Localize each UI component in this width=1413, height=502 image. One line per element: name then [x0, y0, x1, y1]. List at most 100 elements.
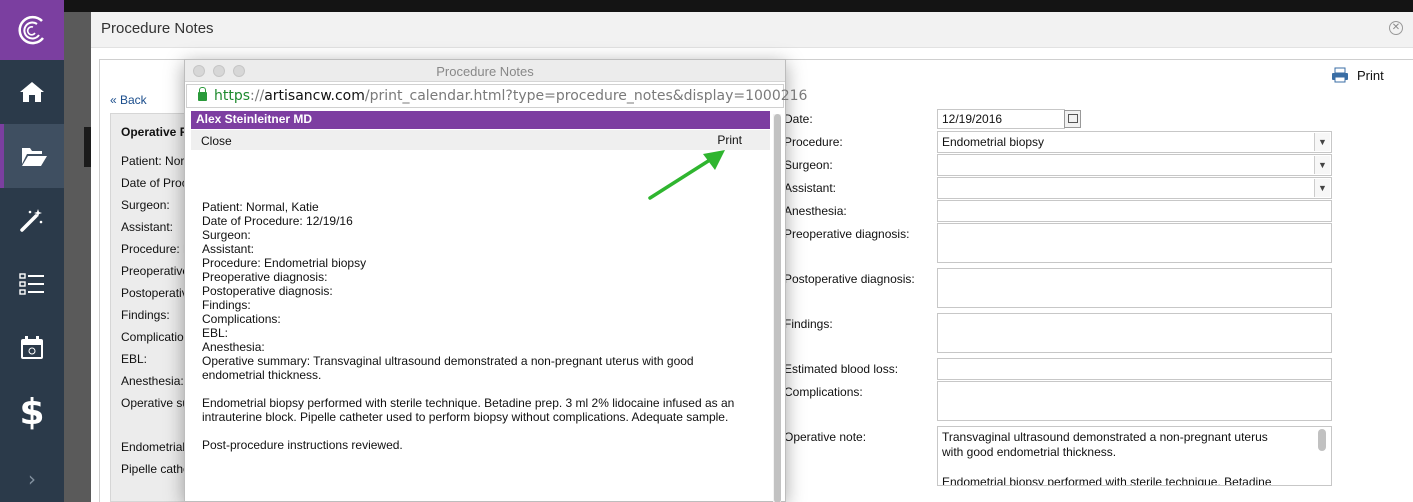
- panel-line: Preoperative: [121, 264, 190, 278]
- findings-field[interactable]: [937, 313, 1332, 353]
- logo-swirl-icon: [18, 15, 44, 45]
- app-sidebar: $ ›: [0, 0, 64, 502]
- annotation-arrow-icon: [648, 150, 725, 200]
- note-line: EBL:: [202, 326, 229, 340]
- note-line: Post-procedure instructions reviewed.: [202, 438, 403, 452]
- sidebar-item-records[interactable]: [0, 124, 64, 188]
- postop-diagnosis-field[interactable]: [937, 268, 1332, 308]
- sidebar-item-tasks[interactable]: [0, 252, 64, 316]
- operative-note-textarea[interactable]: Transvaginal ultrasound demonstrated a n…: [937, 426, 1332, 486]
- note-line: Findings:: [202, 298, 251, 312]
- preop-diagnosis-label: Preoperative diagnosis:: [784, 227, 910, 241]
- panel-line: Operative su: [121, 396, 190, 410]
- printer-icon: [1332, 67, 1348, 83]
- print-button[interactable]: Print: [1331, 67, 1384, 83]
- url-host: artisancw.com: [264, 88, 365, 104]
- calendar-picker-icon[interactable]: [1064, 110, 1081, 128]
- print-preview-window: Procedure Notes https://artisancw.com/pr…: [184, 59, 807, 502]
- print-toolbar: Close Print: [191, 130, 770, 150]
- panel-title: Operative R: [121, 125, 189, 139]
- panel-line: Findings:: [121, 308, 170, 322]
- panel-line: Endometrial: [121, 440, 186, 454]
- anesthesia-label: Anesthesia:: [784, 204, 847, 218]
- sidebar-item-calendar[interactable]: [0, 316, 64, 380]
- panel-line: Complication: [121, 330, 191, 344]
- sidebar-expand-chevron-icon[interactable]: ›: [0, 456, 64, 502]
- surgeon-label: Surgeon:: [784, 158, 833, 172]
- procedure-label: Procedure:: [784, 135, 843, 149]
- note-line: Preoperative diagnosis:: [202, 270, 328, 284]
- address-bar[interactable]: https://artisancw.com/print_calendar.htm…: [186, 84, 807, 108]
- chevron-down-icon: ▼: [1314, 133, 1330, 151]
- print-link[interactable]: Print: [717, 133, 742, 147]
- postop-diagnosis-label: Postoperative diagnosis:: [784, 272, 915, 286]
- procedure-select[interactable]: Endometrial biopsy ▼: [937, 131, 1332, 153]
- operative-note-line: Transvaginal ultrasound demonstrated a n…: [942, 430, 1268, 444]
- note-line: Endometrial biopsy performed with steril…: [202, 396, 735, 410]
- date-field[interactable]: 12/19/2016: [937, 109, 1065, 129]
- print-label: Print: [1357, 67, 1384, 83]
- note-line: Postoperative diagnosis:: [202, 284, 333, 298]
- note-line: Complications:: [202, 312, 281, 326]
- note-line: Anesthesia:: [202, 340, 265, 354]
- modal-title: Procedure Notes: [101, 20, 214, 37]
- preop-diagnosis-field[interactable]: [937, 223, 1332, 263]
- lock-icon: [198, 87, 207, 101]
- panel-line: Date of Proc: [121, 176, 188, 190]
- magic-wand-icon: [20, 209, 43, 232]
- procedure-value: Endometrial biopsy: [942, 135, 1045, 149]
- operative-note-line: Endometrial biopsy performed with steril…: [942, 475, 1272, 486]
- textarea-scrollbar[interactable]: [1318, 429, 1326, 451]
- chevron-down-icon: ▼: [1314, 179, 1330, 197]
- note-line: Date of Procedure: 12/19/16: [202, 214, 353, 228]
- modal-header: Procedure Notes ✕: [91, 12, 1413, 48]
- sidebar-item-billing[interactable]: $: [0, 380, 64, 444]
- operative-note-label: Operative note:: [784, 430, 867, 444]
- back-link[interactable]: « Back: [110, 93, 147, 107]
- complications-field[interactable]: [937, 381, 1332, 421]
- url-path: /print_calendar.html?type=procedure_note…: [364, 88, 808, 104]
- assistant-label: Assistant:: [784, 181, 837, 195]
- window-title: Procedure Notes: [436, 64, 534, 79]
- home-icon: [20, 82, 44, 102]
- note-line: Assistant:: [202, 242, 255, 256]
- panel-line: Postoperativ: [121, 286, 188, 300]
- panel-line: Anesthesia:: [121, 374, 184, 388]
- sidebar-item-home[interactable]: [0, 60, 64, 124]
- panel-line: Procedure: E: [121, 242, 192, 256]
- panel-line: Pipelle cathe: [121, 462, 190, 476]
- note-line: endometrial thickness.: [202, 368, 322, 382]
- calendar-icon: [21, 336, 43, 359]
- anesthesia-field[interactable]: [937, 200, 1332, 222]
- checklist-icon: [19, 273, 44, 295]
- dollar-icon: $: [19, 391, 45, 433]
- provider-header: Alex Steinleitner MD: [191, 111, 770, 129]
- top-bar: [64, 0, 1413, 12]
- panel-line: EBL:: [121, 352, 148, 366]
- close-icon[interactable]: ✕: [1389, 21, 1403, 35]
- url-scheme: https: [214, 88, 251, 104]
- note-line: Surgeon:: [202, 228, 251, 242]
- panel-line: Patient: Nor: [121, 154, 185, 168]
- scrollbar-thumb[interactable]: [774, 114, 781, 502]
- close-link[interactable]: Close: [201, 134, 232, 148]
- folder-open-icon: [22, 148, 47, 166]
- blood-loss-label: Estimated blood loss:: [784, 362, 899, 376]
- background-overlay: [64, 12, 91, 502]
- note-line: Operative summary: Transvaginal ultrasou…: [202, 354, 694, 368]
- note-line: intrauterine block. Pipelle catheter use…: [202, 410, 729, 424]
- note-line: Procedure: Endometrial biopsy: [202, 256, 367, 270]
- operative-note-line: with good endometrial thickness.: [942, 445, 1117, 459]
- assistant-select[interactable]: ▼: [937, 177, 1332, 199]
- blood-loss-field[interactable]: [937, 358, 1332, 380]
- panel-line: Surgeon:: [121, 198, 170, 212]
- panel-line: Assistant:: [121, 220, 174, 234]
- findings-label: Findings:: [784, 317, 833, 331]
- procedure-note-body: Patient: Normal, Katie Date of Procedure…: [202, 200, 762, 452]
- surgeon-select[interactable]: ▼: [937, 154, 1332, 176]
- sidebar-item-procedures[interactable]: [0, 188, 64, 252]
- app-logo[interactable]: [0, 0, 64, 60]
- date-label: Date:: [784, 112, 813, 126]
- window-titlebar: Procedure Notes: [185, 60, 785, 82]
- complications-label: Complications:: [784, 385, 863, 399]
